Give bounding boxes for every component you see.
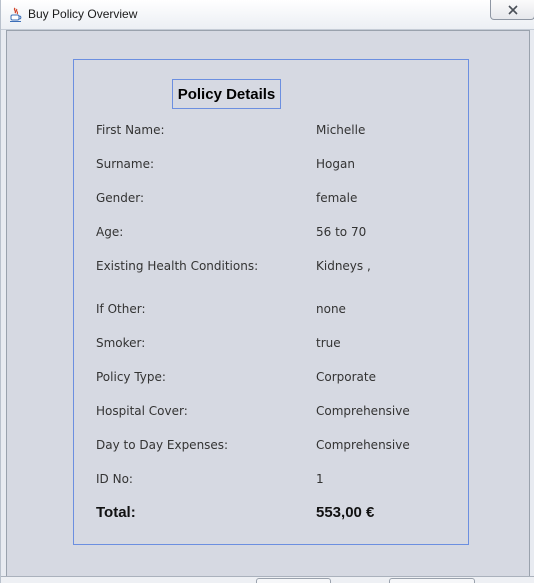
day-to-day-expenses-value: Comprehensive xyxy=(316,438,410,452)
health-conditions-label: Existing Health Conditions: xyxy=(96,259,259,273)
total-label: Total: xyxy=(96,504,136,521)
id-no-label: ID No: xyxy=(96,472,133,486)
title-bar[interactable]: Buy Policy Overview xyxy=(1,0,534,30)
first-name-value: Michelle xyxy=(316,123,366,137)
java-cup-icon[interactable] xyxy=(9,7,23,23)
surname-label: Surname: xyxy=(96,157,155,171)
hospital-cover-value: Comprehensive xyxy=(316,404,410,418)
policy-type-value: Corporate xyxy=(316,370,376,384)
smoker-label: Smoker: xyxy=(96,336,146,350)
buy-policy-window: Buy Policy Overview Policy Details First… xyxy=(0,0,534,583)
first-name-label: First Name: xyxy=(96,123,165,137)
day-to-day-expenses-label: Day to Day Expenses: xyxy=(96,438,229,452)
close-icon xyxy=(507,0,519,19)
age-label: Age: xyxy=(96,225,124,239)
window-title: Buy Policy Overview xyxy=(28,7,138,21)
policy-details-panel: Policy Details First Name: Michelle Surn… xyxy=(73,59,469,545)
if-other-label: If Other: xyxy=(96,302,146,316)
content-area: Policy Details First Name: Michelle Surn… xyxy=(6,30,530,578)
taskbar-stub-2 xyxy=(389,578,475,583)
health-conditions-value: Kidneys , xyxy=(316,259,371,273)
total-value: 553,00 € xyxy=(316,504,375,521)
gender-value: female xyxy=(316,191,358,205)
panel-title: Policy Details xyxy=(172,79,281,109)
smoker-value: true xyxy=(316,336,341,350)
surname-value: Hogan xyxy=(316,157,355,171)
policy-type-label: Policy Type: xyxy=(96,370,166,384)
hospital-cover-label: Hospital Cover: xyxy=(96,404,188,418)
close-button[interactable] xyxy=(490,0,534,20)
if-other-value: none xyxy=(316,302,346,316)
taskbar-stub-1 xyxy=(256,578,331,583)
age-value: 56 to 70 xyxy=(316,225,367,239)
id-no-value: 1 xyxy=(316,472,324,486)
gender-label: Gender: xyxy=(96,191,145,205)
